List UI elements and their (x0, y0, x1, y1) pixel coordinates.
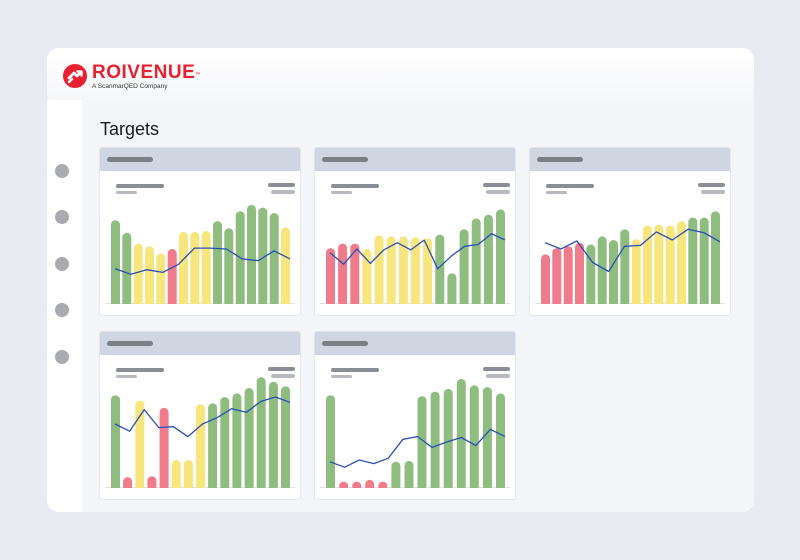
chart-bar (563, 246, 573, 307)
chart-bar (411, 237, 420, 307)
chart-bar (196, 404, 205, 491)
sidebar-nav-item-1[interactable] (55, 164, 69, 178)
chart-bar (338, 243, 348, 307)
chart-bar (224, 228, 234, 307)
chart-bar (471, 218, 481, 307)
sidebar-nav-item-4[interactable] (55, 303, 69, 317)
target-card-5[interactable] (315, 332, 515, 499)
chart-bar (213, 221, 222, 307)
chart-bar (417, 396, 427, 491)
target-card-4[interactable] (100, 332, 300, 499)
trademark-mark: ™ (195, 72, 201, 78)
chart-bar (711, 211, 720, 307)
chart-bar (496, 393, 505, 491)
chart-bar (391, 461, 401, 491)
chart-bar (190, 231, 200, 307)
chart-bar (133, 243, 143, 307)
chart-baseline-mask (100, 488, 300, 499)
sidebar-nav-item-5[interactable] (55, 350, 69, 364)
sidebar (47, 100, 82, 512)
chart-bar (643, 225, 652, 307)
chart-bar (171, 460, 181, 491)
chart-baseline-mask (530, 304, 730, 315)
chart-bar (699, 217, 709, 307)
chart-bar (374, 235, 384, 307)
chart-bar (179, 231, 188, 307)
chart-bar (609, 240, 618, 307)
target-card-1[interactable] (100, 148, 300, 315)
brand-tagline: A ScanmarQED Company (92, 83, 168, 90)
chart-bar (654, 224, 664, 307)
chart-bar (430, 391, 440, 491)
chart-bar (167, 249, 177, 307)
chart-bar (122, 232, 132, 307)
brand-logo[interactable]: ROIVENUE™ A ScanmarQED Company (63, 63, 201, 93)
chart-bar (145, 246, 154, 307)
chart-bar (326, 395, 335, 491)
chart-bar (111, 395, 120, 491)
chart-bar (404, 460, 414, 491)
top-bar: ROIVENUE™ A ScanmarQED Company (47, 48, 754, 100)
target-card-3[interactable] (530, 148, 730, 315)
brand-name: ROIVENUE (92, 62, 196, 83)
chart-bar (256, 377, 266, 491)
target-chart (100, 377, 300, 499)
target-chart (100, 204, 300, 315)
chart-bar (456, 379, 466, 491)
chart-bar (597, 236, 607, 307)
chart-bar (482, 387, 492, 491)
chart-bar (435, 234, 445, 307)
chart-bar (159, 407, 169, 491)
chart-bar (552, 248, 562, 307)
target-chart (315, 209, 515, 315)
chart-baseline-mask (315, 488, 515, 499)
chart-bar (183, 460, 193, 491)
target-chart (315, 379, 515, 499)
chart-bar (232, 393, 242, 491)
chart-bar (156, 253, 166, 307)
chart-bar (447, 273, 457, 307)
chart-bar (281, 227, 290, 307)
chart-bar (541, 254, 550, 307)
chart-bar (586, 244, 596, 307)
target-chart (530, 211, 730, 315)
chart-bar (208, 403, 218, 491)
chart-bar (575, 242, 584, 307)
chart-bar (269, 213, 279, 307)
sidebar-nav-item-3[interactable] (55, 257, 69, 271)
main-content: Targets (82, 100, 754, 512)
chart-bar (201, 231, 211, 307)
chart-bar (111, 220, 120, 307)
page-title: Targets (100, 119, 160, 139)
chart-baseline-mask (315, 304, 515, 315)
sidebar-nav-item-2[interactable] (55, 210, 69, 224)
chart-bar (135, 400, 145, 491)
chart-bar (469, 385, 479, 491)
chart-bar (496, 209, 505, 307)
chart-bar (620, 229, 630, 307)
chart-bar (350, 243, 360, 307)
chart-bar (483, 214, 493, 307)
chart-bar (631, 239, 641, 307)
chart-bar (244, 388, 254, 491)
chart-bar (362, 249, 372, 307)
target-card-2[interactable] (315, 148, 515, 315)
chart-bar (326, 248, 335, 307)
chart-baseline-mask (100, 304, 300, 315)
chart-bar (459, 229, 469, 307)
chart-bar (247, 204, 256, 307)
app-window: ROIVENUE™ A ScanmarQED Company Targets (47, 48, 754, 512)
roivenue-logo-icon (63, 64, 87, 88)
